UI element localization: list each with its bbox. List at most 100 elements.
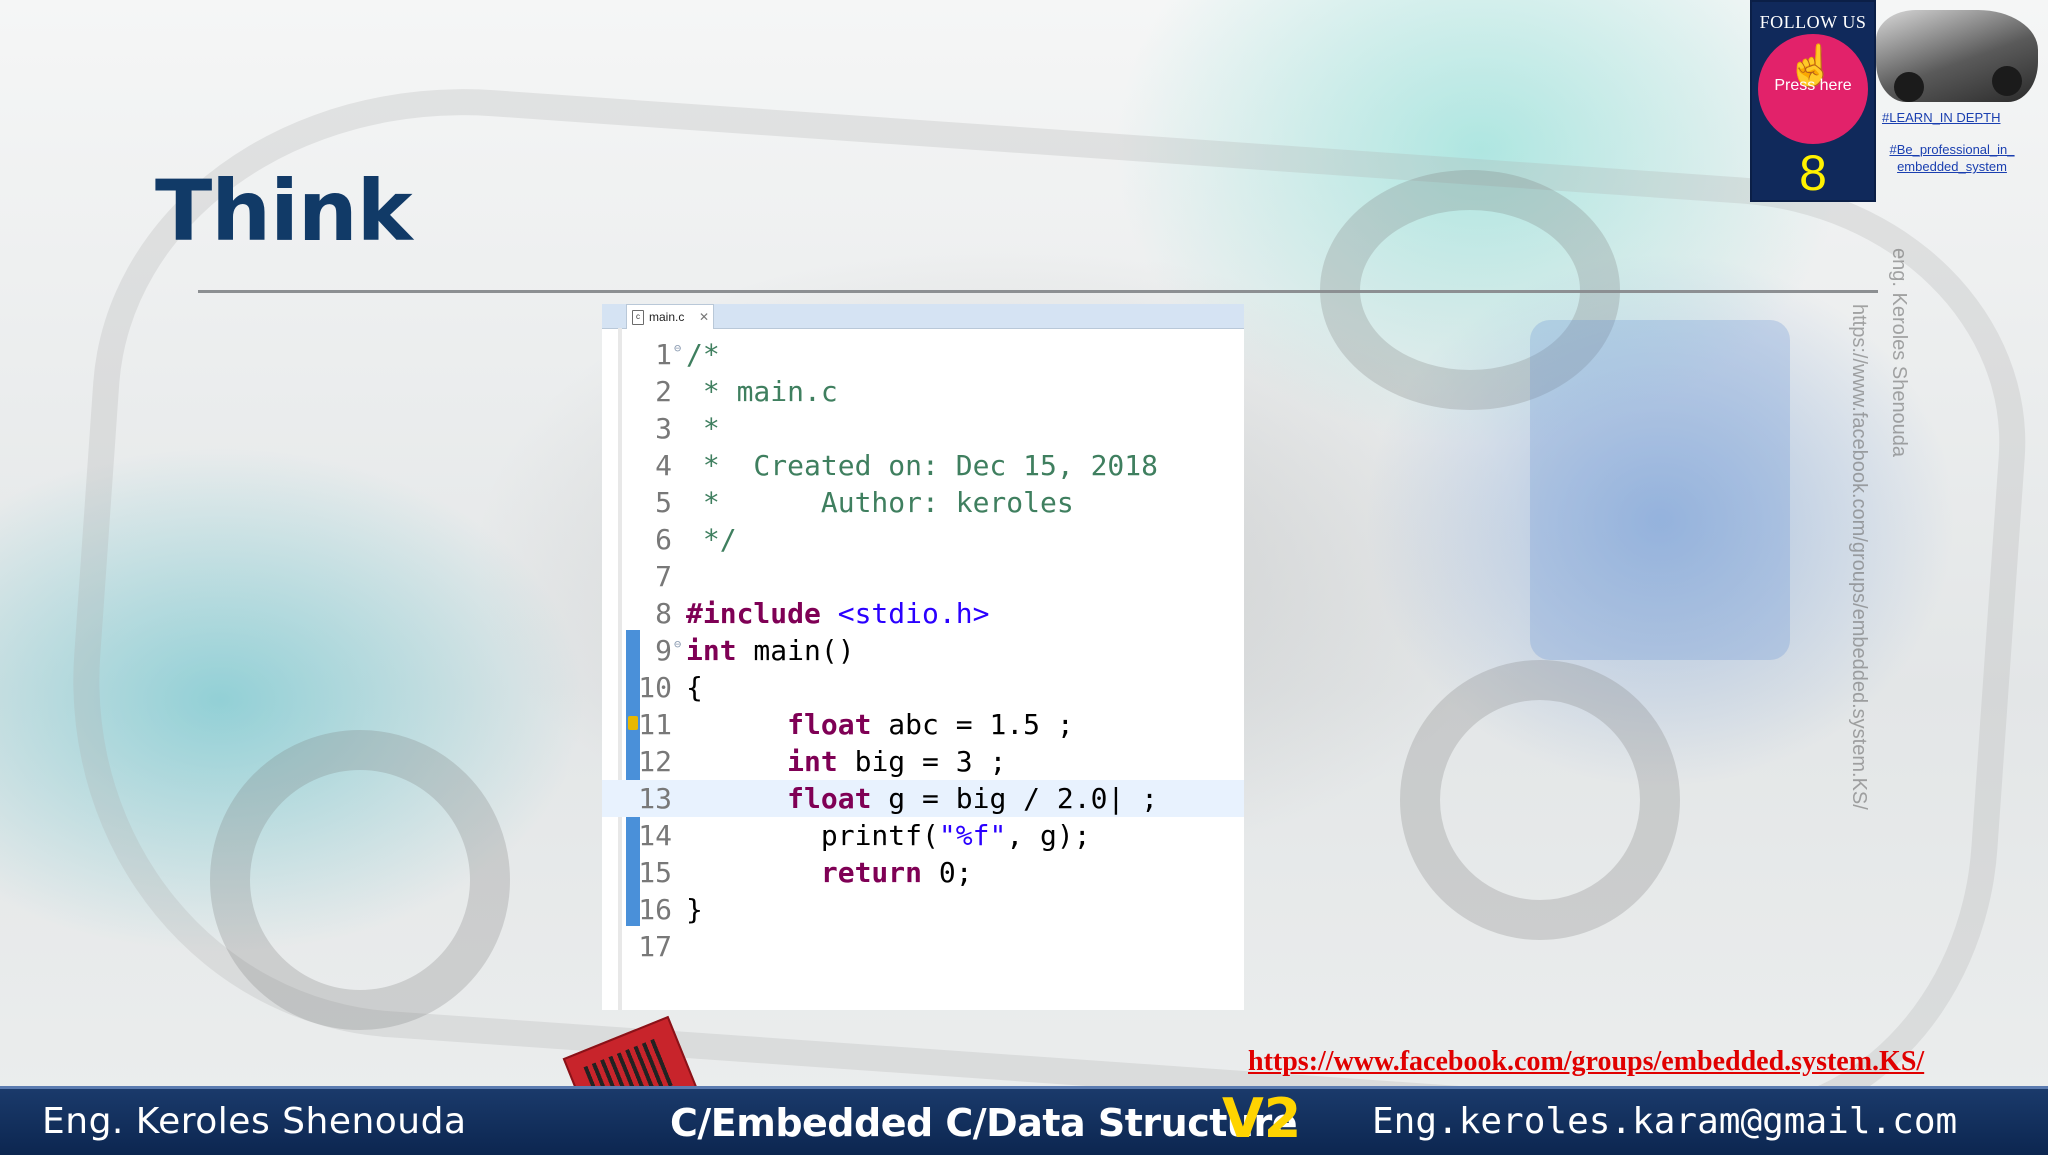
- code-text: * main.c: [686, 373, 838, 410]
- line-number: 8: [655, 597, 672, 630]
- line-number: 14: [638, 819, 672, 852]
- line-number: 11: [638, 708, 672, 741]
- tab-label: main.c: [649, 310, 685, 324]
- author-name: Eng. Keroles Shenouda: [42, 1101, 467, 1142]
- line-number: 17: [638, 930, 672, 963]
- code-token: * Created on: Dec 15, 2018: [686, 449, 1159, 482]
- code-text: printf("%f", g);: [686, 817, 1091, 854]
- car-wheel: [1400, 660, 1680, 940]
- code-token: big = 3 ;: [837, 745, 1007, 778]
- facebook-group-link[interactable]: https://www.facebook.com/groups/embedded…: [1248, 1046, 1924, 1078]
- line-number: 16: [638, 893, 672, 926]
- title-divider: [198, 290, 1878, 293]
- code-line[interactable]: 4 * Created on: Dec 15, 2018: [602, 447, 1244, 484]
- code-text: /*: [686, 336, 720, 373]
- code-line[interactable]: 3 *: [602, 410, 1244, 447]
- learn-in-depth-link[interactable]: #LEARN_IN DEPTH: [1882, 110, 2000, 125]
- follow-number: 8: [1799, 145, 1827, 201]
- code-token: *: [686, 412, 720, 445]
- line-number: 6: [655, 523, 672, 556]
- code-line[interactable]: 11 float abc = 1.5 ;: [602, 706, 1244, 743]
- code-token: int: [686, 634, 737, 667]
- code-token: }: [686, 893, 703, 926]
- line-number: 3: [655, 412, 672, 445]
- code-token: g = big / 2.0| ;: [871, 782, 1159, 815]
- code-line[interactable]: 14 printf("%f", g);: [602, 817, 1244, 854]
- footer-bar: Eng. Keroles Shenouda C/Embedded C/Data …: [0, 1086, 2048, 1155]
- code-text: float abc = 1.5 ;: [686, 706, 1074, 743]
- code-text: return 0;: [686, 854, 973, 891]
- be-professional-link[interactable]: #Be_professional_in_ embedded_system: [1882, 141, 2022, 175]
- code-line[interactable]: 10 {: [602, 669, 1244, 706]
- watermark-url: https://www.facebook.com/groups/embedded…: [1848, 304, 1870, 810]
- code-token: */: [686, 523, 737, 556]
- code-token: float: [787, 708, 872, 741]
- code-text: */: [686, 521, 737, 558]
- code-text: #include <stdio.h>: [686, 595, 989, 632]
- code-line[interactable]: 7: [602, 558, 1244, 595]
- code-line[interactable]: 1 ⊖/*: [602, 336, 1244, 373]
- follow-us-label: FOLLOW US: [1759, 12, 1867, 32]
- car-wheel: [210, 730, 510, 1030]
- code-text: * Created on: Dec 15, 2018: [686, 447, 1158, 484]
- code-line[interactable]: 17: [602, 928, 1244, 965]
- code-line[interactable]: 15 return 0;: [602, 854, 1244, 891]
- fold-toggle-icon[interactable]: ⊖: [674, 330, 681, 367]
- code-line[interactable]: 13 float g = big / 2.0| ;: [602, 780, 1244, 817]
- press-here-text: Press here: [1774, 77, 1852, 94]
- line-number: 12: [638, 745, 672, 778]
- line-number: 1: [655, 338, 672, 371]
- warning-icon[interactable]: [628, 716, 638, 730]
- code-text: *: [686, 410, 720, 447]
- tab-main-c[interactable]: c main.c ✕: [626, 304, 714, 329]
- code-token: {: [686, 671, 703, 704]
- code-token: <stdio.h>: [837, 597, 990, 630]
- code-editor[interactable]: c main.c ✕ 1 ⊖/* 2 * main.c 3 * 4 * Created …: [602, 304, 1244, 1010]
- course-title: C/Embedded C/Data Structure: [670, 1101, 1297, 1145]
- line-number: 13: [638, 782, 672, 815]
- code-text: float g = big / 2.0| ;: [686, 780, 1158, 817]
- author-email: Eng.keroles.karam@gmail.com: [1372, 1101, 1958, 1142]
- code-token: abc = 1.5 ;: [871, 708, 1074, 741]
- car-engine: [1530, 320, 1790, 660]
- line-number: 15: [638, 856, 672, 889]
- code-line[interactable]: 9 ⊖ int main(): [602, 632, 1244, 669]
- code-text: {: [686, 669, 703, 706]
- fold-toggle-icon[interactable]: ⊖: [674, 626, 681, 663]
- code-line[interactable]: 5 * Author: keroles: [602, 484, 1244, 521]
- watermark-author: eng. Keroles Shenouda: [1888, 248, 1910, 458]
- code-line[interactable]: 2 * main.c: [602, 373, 1244, 410]
- code-line[interactable]: 16}: [602, 891, 1244, 928]
- code-line[interactable]: 8 #include <stdio.h>: [602, 595, 1244, 632]
- code-token: * main.c: [686, 375, 838, 408]
- code-line[interactable]: 12 int big = 3 ;: [602, 743, 1244, 780]
- line-number: 10: [638, 671, 672, 704]
- code-line[interactable]: 6 */: [602, 521, 1244, 558]
- code-token: printf(: [686, 819, 939, 852]
- code-token: return: [820, 856, 923, 889]
- code-token: /*: [686, 338, 720, 371]
- code-token: #include: [686, 597, 821, 630]
- line-number: 2: [655, 375, 672, 408]
- line-number: 7: [655, 560, 672, 593]
- close-icon[interactable]: ✕: [699, 305, 709, 329]
- code-text: * Author: keroles: [686, 484, 1074, 521]
- code-token: * Author: keroles: [686, 486, 1074, 519]
- follow-us-badge[interactable]: FOLLOW US ☝ Press here 8: [1750, 0, 1876, 202]
- line-number: 5: [655, 486, 672, 519]
- slide-title: Think: [155, 162, 413, 260]
- code-text: int main(): [686, 632, 855, 669]
- car-thumbnail-image: [1876, 10, 2038, 102]
- code-text: int big = 3 ;: [686, 743, 1006, 780]
- version-label: V2: [1222, 1087, 1302, 1150]
- code-token: 0;: [922, 856, 973, 889]
- line-number: 9: [655, 634, 672, 667]
- code-token: "%f": [938, 819, 1007, 852]
- code-token: , g);: [1006, 819, 1091, 852]
- code-token: float: [787, 782, 872, 815]
